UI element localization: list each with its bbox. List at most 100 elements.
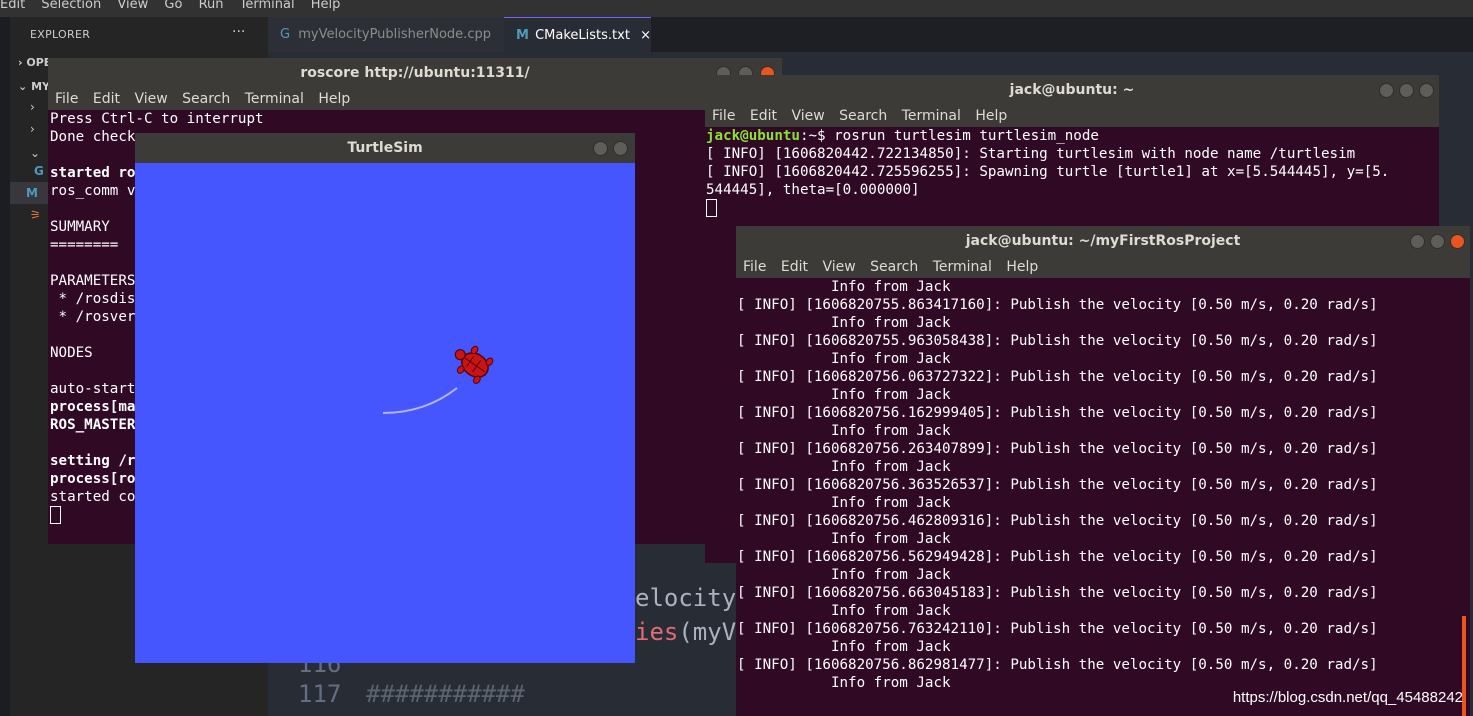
term-line: [ INFO] [1606820442.725596255]: Spawning… <box>706 164 1390 180</box>
prompt-user: jack@ubuntu <box>706 128 800 144</box>
menu-help[interactable]: Help <box>1006 259 1038 275</box>
menu-search[interactable]: Search <box>182 91 230 107</box>
terminal-output[interactable]: Info from Jack [ INFO] [1606820755.863417… <box>736 278 1470 716</box>
menu-help[interactable]: Help <box>311 0 341 12</box>
tree-item[interactable]: › <box>30 122 35 136</box>
menu-file[interactable]: File <box>743 259 766 275</box>
code-line: ies(myVe <box>635 618 751 646</box>
cpp-file-icon: G <box>34 164 44 178</box>
term-line: Info from Jack <box>737 423 951 439</box>
activity-bar <box>0 17 10 716</box>
cmake-file-icon: M <box>26 186 38 200</box>
menu-help[interactable]: Help <box>318 91 350 107</box>
term-line: [ INFO] [1606820756.162999405]: Publish … <box>737 405 1378 421</box>
term-line: [ INFO] [1606820755.863417160]: Publish … <box>737 297 1378 313</box>
menu-terminal[interactable]: Terminal <box>240 0 295 12</box>
menu-selection[interactable]: Selection <box>41 0 101 12</box>
watermark: https://blog.csdn.net/qq_45488242 <box>1232 689 1463 706</box>
line-number: 117 <box>298 680 342 708</box>
close-icon[interactable] <box>1450 234 1465 249</box>
menu-terminal[interactable]: Terminal <box>933 259 992 275</box>
turtlesim-window[interactable]: TurtleSim <box>135 133 635 663</box>
menu-terminal[interactable]: Terminal <box>245 91 304 107</box>
menu-go[interactable]: Go <box>164 0 182 12</box>
menu-edit[interactable]: Edit <box>0 0 25 12</box>
term-line: [ INFO] [1606820756.462809316]: Publish … <box>737 513 1378 529</box>
term-line: [ INFO] [1606820756.263407899]: Publish … <box>737 441 1378 457</box>
menu-edit[interactable]: Edit <box>781 259 808 275</box>
vscode-menubar: Edit Selection View Go Run Terminal Help <box>0 0 1473 17</box>
menu-file[interactable]: File <box>55 91 78 107</box>
term-line: Info from Jack <box>737 531 951 547</box>
window-title: jack@ubuntu: ~/myFirstRosProject <box>736 226 1470 256</box>
maximize-icon[interactable] <box>1399 83 1414 98</box>
menu-view[interactable]: View <box>117 0 148 12</box>
explorer-more-button[interactable]: ··· <box>232 24 245 40</box>
term-line: Info from Jack <box>737 351 951 367</box>
code-comment: ########### <box>366 680 525 708</box>
chevron-right-icon: › <box>18 56 23 69</box>
menu-file[interactable]: File <box>712 108 735 124</box>
chevron-down-icon: ⌄ <box>18 80 28 93</box>
minimize-icon[interactable] <box>1379 83 1394 98</box>
rss-icon: ⚞ <box>30 208 41 222</box>
code-line: elocityP <box>635 584 751 612</box>
terminal-menubar: File Edit View Search Terminal Help <box>48 88 782 110</box>
term-line: [ INFO] [1606820756.663045183]: Publish … <box>737 585 1378 601</box>
term-line: Info from Jack <box>737 495 951 511</box>
menu-view[interactable]: View <box>134 91 167 107</box>
menu-search[interactable]: Search <box>870 259 918 275</box>
term-line: Info from Jack <box>737 459 951 475</box>
menu-help[interactable]: Help <box>975 108 1007 124</box>
term-line: [ INFO] [1606820442.722134850]: Starting… <box>706 146 1356 162</box>
menu-edit[interactable]: Edit <box>93 91 120 107</box>
cmake-file-icon: M <box>516 28 529 43</box>
menu-run[interactable]: Run <box>199 0 224 12</box>
menu-view[interactable]: View <box>822 259 855 275</box>
term-line: 544445], theta=[0.000000] <box>706 182 920 198</box>
terminal-menubar: File Edit View Search Terminal Help <box>736 256 1470 278</box>
menu-search[interactable]: Search <box>839 108 887 124</box>
text-cursor <box>50 506 61 524</box>
tab-velocity-publisher[interactable]: G myVelocityPublisherNode.cpp <box>268 17 504 52</box>
term-line: [ INFO] [1606820755.963058438]: Publish … <box>737 333 1378 349</box>
prompt-path: :~$ <box>799 128 835 144</box>
term-line: Info from Jack <box>737 315 951 331</box>
text-cursor <box>706 199 717 217</box>
maximize-icon[interactable] <box>1430 234 1445 249</box>
minimize-icon[interactable] <box>1410 234 1425 249</box>
term-line: [ INFO] [1606820756.862981477]: Publish … <box>737 657 1378 673</box>
window-title: jack@ubuntu: ~ <box>705 75 1439 105</box>
turtle-trail <box>382 387 458 414</box>
minimize-icon[interactable] <box>593 141 608 156</box>
terminal-menubar: File Edit View Search Terminal Help <box>705 105 1439 127</box>
menu-view[interactable]: View <box>791 108 824 124</box>
turtlesim-canvas <box>135 163 635 663</box>
tab-label: myVelocityPublisherNode.cpp <box>298 27 491 42</box>
menu-edit[interactable]: Edit <box>750 108 777 124</box>
term-line: Info from Jack <box>737 279 951 295</box>
term-line: [ INFO] [1606820756.363526537]: Publish … <box>737 477 1378 493</box>
close-icon[interactable] <box>1419 83 1434 98</box>
publisher-terminal-window[interactable]: jack@ubuntu: ~/myFirstRosProject File Ed… <box>736 226 1470 716</box>
tree-open-editors[interactable]: › OPE <box>18 56 51 69</box>
term-line: Info from Jack <box>737 567 951 583</box>
term-line: [ INFO] [1606820756.063727322]: Publish … <box>737 369 1378 385</box>
close-icon[interactable]: × <box>640 28 651 43</box>
tree-item[interactable]: ⌄ <box>30 146 40 160</box>
tab-cmakelists[interactable]: M CMakeLists.txt × <box>504 17 651 53</box>
window-title: roscore http://ubuntu:11311/ <box>48 58 782 88</box>
term-line: [ INFO] [1606820756.562949428]: Publish … <box>737 549 1378 565</box>
term-line: Press Ctrl-C to interrupt <box>50 111 264 127</box>
term-line: Info from Jack <box>737 639 951 655</box>
term-line: [ INFO] [1606820756.763242110]: Publish … <box>737 621 1378 637</box>
cpp-file-icon: G <box>280 27 291 42</box>
turtle-scene <box>382 345 494 414</box>
menu-terminal[interactable]: Terminal <box>902 108 961 124</box>
tree-item[interactable]: › <box>30 100 35 114</box>
window-title: TurtleSim <box>135 133 635 163</box>
command: rosrun turtlesim turtlesim_node <box>834 128 1099 144</box>
explorer-title: EXPLORER <box>30 28 91 41</box>
turtle-icon <box>454 345 494 384</box>
close-icon[interactable] <box>613 141 628 156</box>
